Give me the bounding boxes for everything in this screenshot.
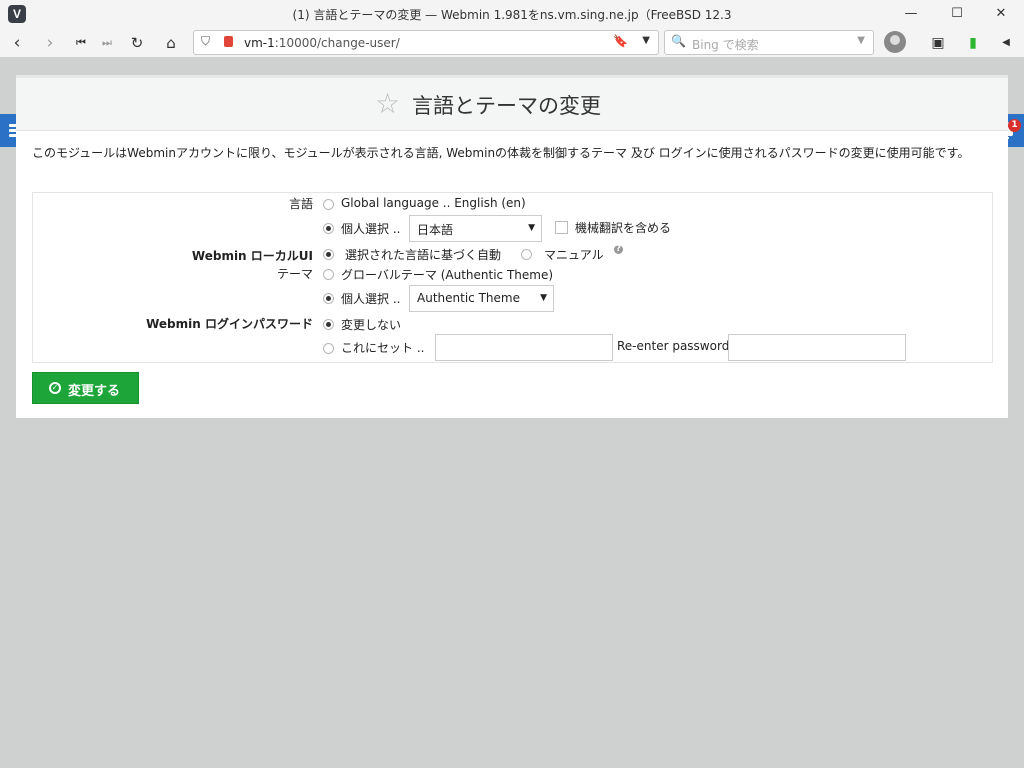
page-description: このモジュールはWebminアカウントに限り、モジュールが表示される言語, We… — [32, 146, 970, 160]
home-icon[interactable]: ⌂ — [160, 31, 182, 55]
url-dropdown-icon[interactable]: ▼ — [642, 35, 650, 46]
set-password-option: これにセット .. — [341, 341, 425, 355]
reenter-password-input[interactable] — [728, 334, 906, 361]
reenter-password-label: Re-enter password — [617, 339, 730, 353]
check-circle-icon: ✓ — [49, 382, 61, 394]
language-label: 言語 — [288, 197, 313, 211]
forward-icon[interactable]: › — [39, 31, 61, 55]
global-language-radio[interactable] — [323, 199, 334, 210]
notification-badge: 1 — [1008, 119, 1021, 132]
bookmark-icon[interactable]: 🔖 — [613, 34, 628, 48]
insecure-lock-icon[interactable] — [224, 36, 233, 47]
capture-icon[interactable]: ▣ — [927, 31, 949, 55]
panel-toggle-icon[interactable]: ◀ — [995, 31, 1017, 55]
no-change-option: 変更しない — [341, 318, 402, 332]
manual-radio[interactable] — [521, 249, 532, 260]
main-panel: ☆ 言語とテーマの変更 このモジュールはWebminアカウントに限り、モジュール… — [16, 75, 1008, 418]
personal-theme-option: 個人選択 .. — [341, 292, 401, 306]
star-icon[interactable]: ☆ — [375, 87, 400, 120]
search-dropdown-icon[interactable]: ▼ — [857, 35, 865, 46]
personal-language-radio[interactable] — [323, 223, 334, 234]
machine-translation-label: 機械翻訳を含める — [575, 221, 672, 235]
global-language-option: Global language .. English (en) — [341, 196, 526, 210]
rewind-icon[interactable]: ⏮ — [70, 31, 92, 55]
minimize-button[interactable]: — — [888, 2, 934, 26]
search-icon[interactable]: 🔍 — [671, 34, 686, 48]
settings-form: 言語 Global language .. English (en) 個人選択 … — [32, 192, 993, 363]
personal-theme-radio[interactable] — [323, 293, 334, 304]
personal-language-option: 個人選択 .. — [341, 222, 401, 236]
global-theme-radio[interactable] — [323, 269, 334, 280]
no-change-radio[interactable] — [323, 319, 334, 330]
machine-translation-checkbox[interactable] — [555, 221, 568, 234]
url-text[interactable]: vm-1:10000/change-user/ — [244, 36, 400, 50]
password-label: Webmin ログインパスワード — [146, 317, 313, 331]
search-bar[interactable]: 🔍 Bing で検索 ▼ — [664, 30, 874, 55]
profile-avatar-icon[interactable] — [884, 31, 906, 53]
auto-language-option: 選択された言語に基づく自動 — [345, 248, 502, 262]
set-password-radio[interactable] — [323, 343, 334, 354]
search-placeholder: Bing で検索 — [692, 38, 759, 52]
back-icon[interactable]: ‹ — [6, 31, 28, 55]
fast-forward-icon[interactable]: ⏭ — [96, 31, 118, 55]
theme-label: テーマ — [276, 267, 313, 281]
reload-icon[interactable]: ↻ — [126, 31, 148, 55]
manual-option: マニュアル — [544, 248, 604, 262]
save-button[interactable]: ✓ 変更する — [32, 372, 139, 404]
maximize-button[interactable]: ☐ — [934, 2, 980, 26]
chevron-down-icon: ▼ — [528, 223, 535, 233]
window-title: (1) 言語とテーマの変更 — Webmin 1.981をns.vm.sing.… — [292, 8, 732, 22]
window-titlebar: V (1) 言語とテーマの変更 — Webmin 1.981をns.vm.sin… — [0, 0, 1024, 29]
password-input[interactable] — [435, 334, 613, 361]
shield-icon[interactable]: ⛉ — [201, 34, 210, 49]
help-icon[interactable]: ? — [614, 245, 623, 254]
bookmark-panel-icon[interactable]: ▮ — [962, 31, 984, 55]
page-title: 言語とテーマの変更 — [412, 94, 601, 118]
language-select[interactable]: 日本語 ▼ — [409, 215, 542, 242]
chevron-down-icon: ▼ — [540, 293, 547, 303]
global-theme-option: グローバルテーマ (Authentic Theme) — [341, 268, 554, 282]
local-ui-label: Webmin ローカルUI — [191, 249, 313, 263]
address-bar[interactable]: ⛉ vm-1:10000/change-user/ 🔖 ▼ — [193, 30, 659, 55]
theme-select[interactable]: Authentic Theme ▼ — [409, 285, 554, 312]
browser-toolbar: ‹ › ⏮ ⏭ ↻ ⌂ ⛉ vm-1:10000/change-user/ 🔖 … — [0, 29, 1024, 57]
page-header: ☆ 言語とテーマの変更 — [16, 75, 1008, 131]
auto-language-radio[interactable] — [323, 249, 334, 260]
close-button[interactable]: ✕ — [978, 2, 1024, 26]
